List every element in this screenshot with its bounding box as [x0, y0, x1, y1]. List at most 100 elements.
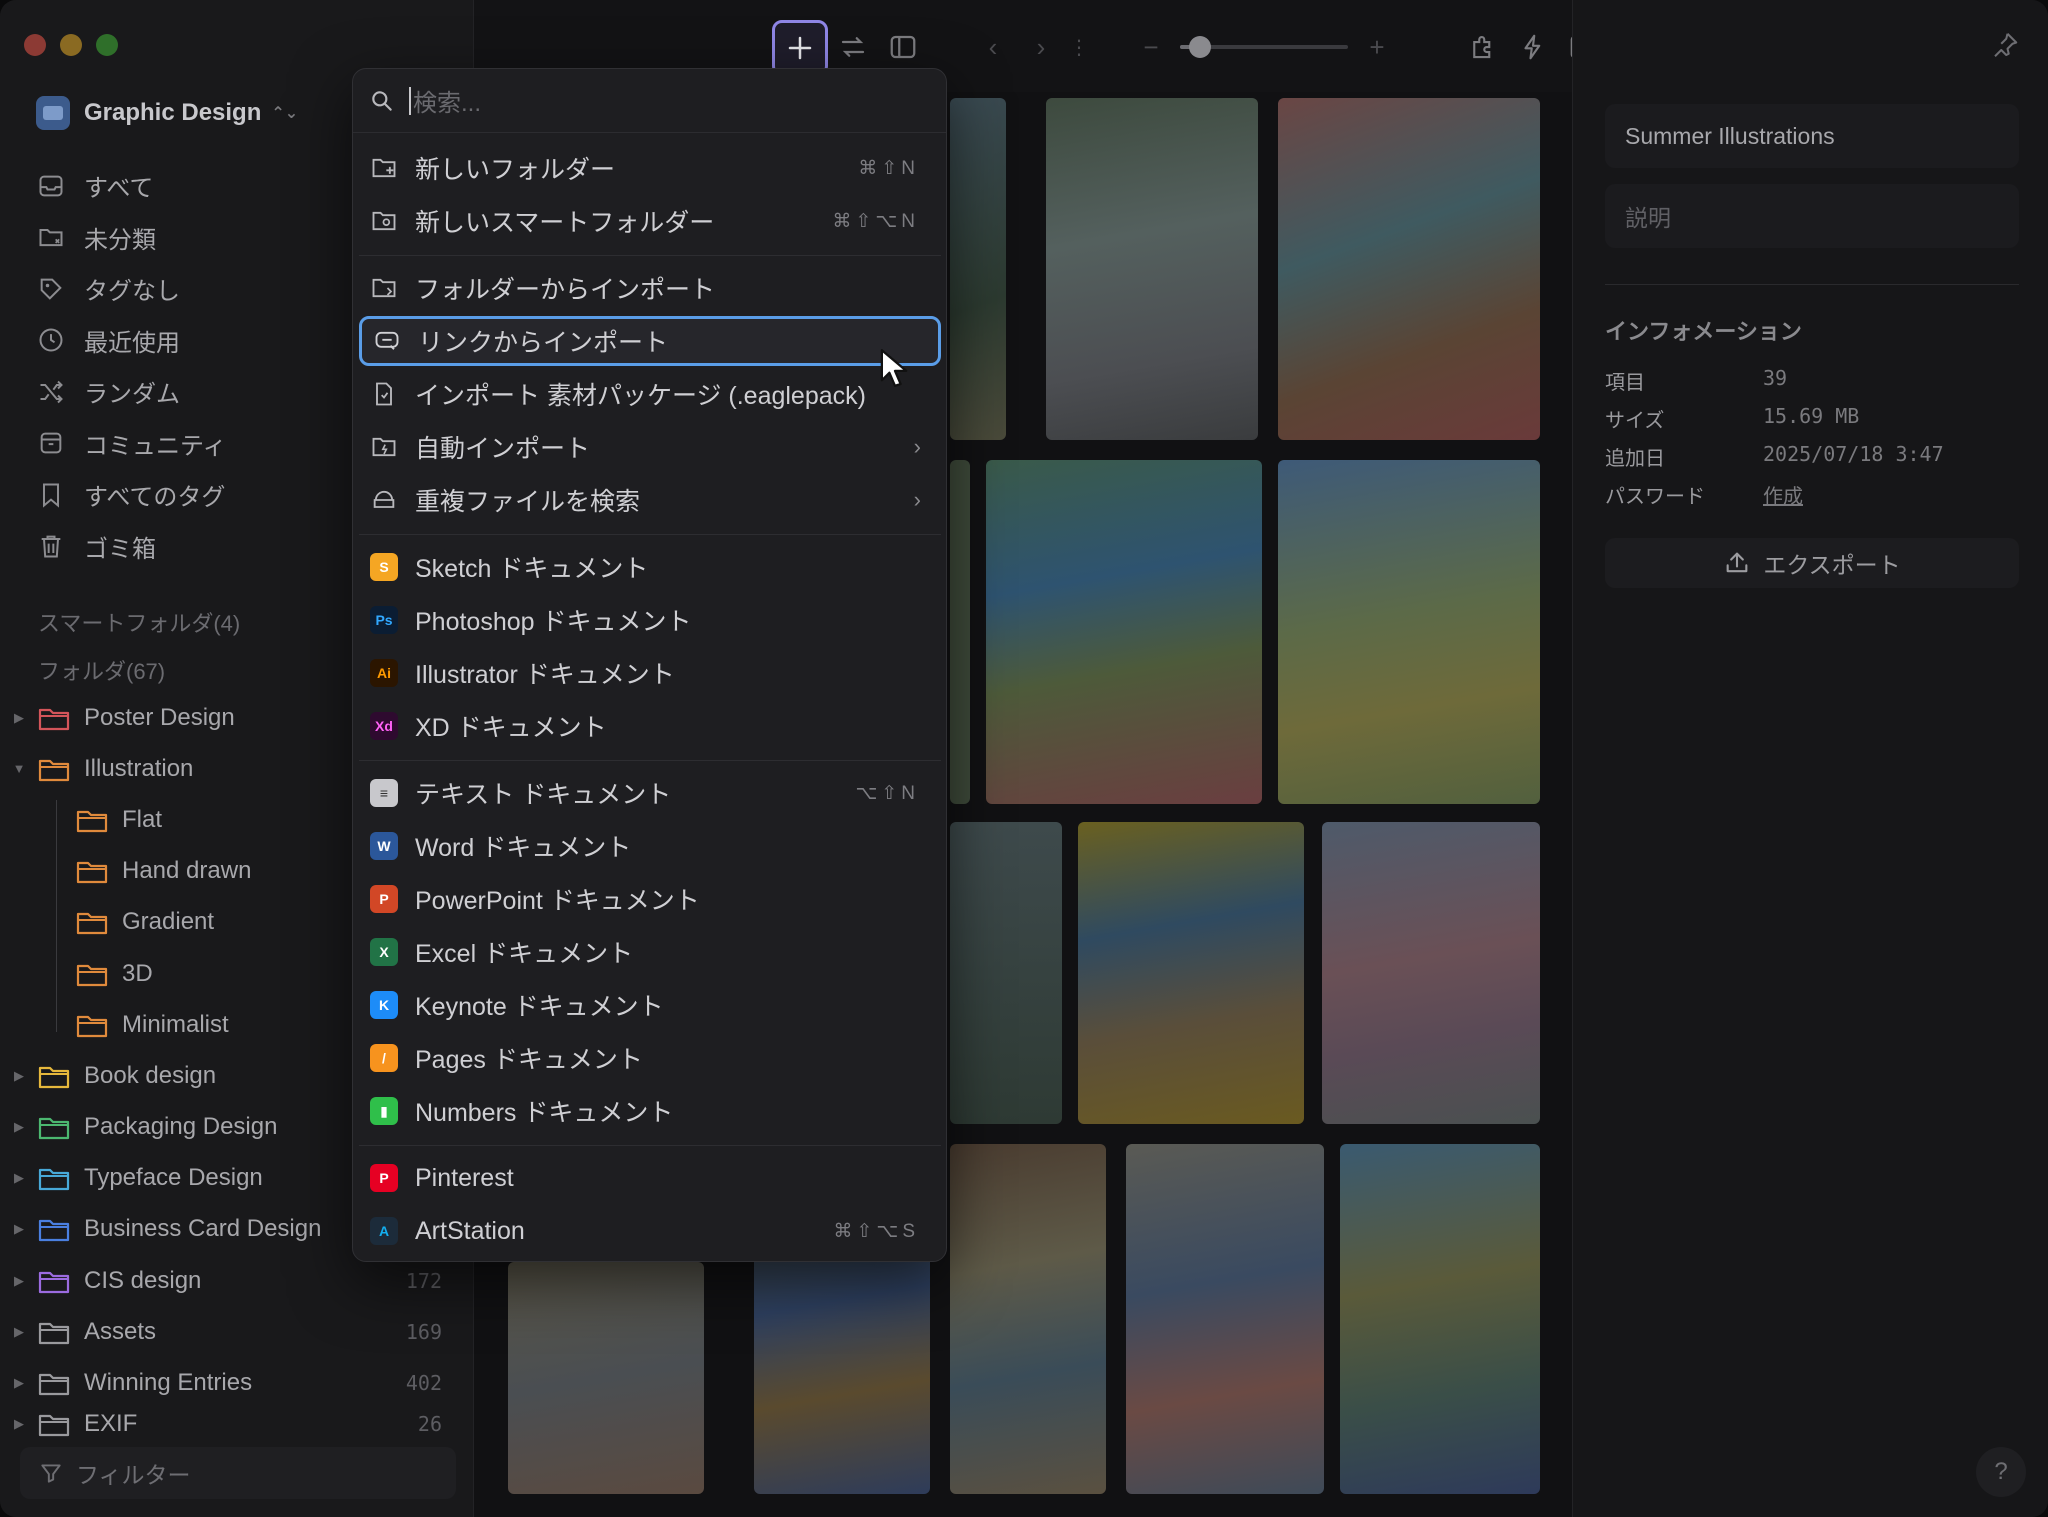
zoom-window-button[interactable] [96, 34, 118, 56]
thumbnail[interactable] [986, 460, 1262, 804]
smart-folders-heading[interactable]: スマートフォルダ(4) [38, 606, 240, 638]
menu-item[interactable]: A ArtStation ⌘⇧⌥S [359, 1206, 941, 1256]
description-field[interactable]: 説明 [1605, 184, 2019, 248]
minimize-window-button[interactable] [60, 34, 82, 56]
chevron-right-icon[interactable]: ▶ [0, 710, 38, 726]
zoom-out-button[interactable]: − [1134, 30, 1168, 64]
menu-item[interactable]: P PowerPoint ドキュメント [359, 874, 941, 924]
menu-item-label: 新しいスマートフォルダー [415, 209, 715, 237]
zoom-slider[interactable] [1180, 36, 1348, 58]
folder-icon [38, 1412, 70, 1436]
folder-title-field[interactable]: Summer Illustrations [1605, 104, 2019, 168]
thumbnail[interactable] [1278, 460, 1540, 804]
folder-icon [76, 910, 108, 935]
more-vertical-icon: ⋮ [1069, 36, 1089, 59]
chevron-down-icon[interactable]: ▼ [0, 761, 38, 776]
chevron-right-icon[interactable]: ▶ [0, 1068, 38, 1084]
menu-item[interactable]: X Excel ドキュメント [359, 927, 941, 977]
folder-item[interactable]: ▶ CIS design 172 [0, 1255, 474, 1306]
menu-item[interactable]: S Sketch ドキュメント [359, 542, 941, 592]
folder-item[interactable]: ▶ Assets 169 [0, 1306, 474, 1357]
swap-button[interactable] [836, 30, 870, 64]
info-row: 項目 39 [1605, 366, 1787, 395]
chevron-right-icon[interactable]: ▶ [0, 1324, 38, 1340]
folder-label: Winning Entries [84, 1369, 253, 1397]
forward-button[interactable]: › [1024, 30, 1058, 64]
menu-item[interactable]: K Keynote ドキュメント [359, 980, 941, 1030]
folder-label: Business Card Design [84, 1215, 322, 1243]
folder-label: Gradient [122, 908, 215, 936]
extensions-button[interactable] [1466, 30, 1500, 64]
more-button[interactable]: ⋮ [1062, 30, 1096, 64]
chevron-right-icon[interactable]: ▶ [0, 1273, 38, 1289]
filter-placeholder: フィルター [76, 1462, 191, 1488]
library-icon [36, 96, 70, 130]
help-button[interactable]: ? [1976, 1447, 2026, 1497]
thumbnail[interactable] [950, 98, 1006, 440]
menu-item[interactable]: / Pages ドキュメント [359, 1033, 941, 1083]
zoom-in-button[interactable]: + [1360, 30, 1394, 64]
menu-item[interactable]: ≡ テキスト ドキュメント ⌥⇧N [359, 768, 941, 818]
thumbnail[interactable] [1126, 1144, 1324, 1494]
menu-item-label: Pinterest [415, 1163, 514, 1192]
thumbnail[interactable] [1046, 98, 1258, 440]
thumbnail[interactable] [1078, 822, 1304, 1124]
chevron-right-icon: › [913, 434, 921, 459]
sidebar-nav-label: コミュニティ [84, 432, 227, 460]
create-password-link[interactable]: 作成 [1763, 480, 1803, 509]
folder-icon [38, 757, 70, 781]
menu-item[interactable]: 重複ファイルを検索 › [359, 475, 941, 525]
menu-item[interactable]: Xd XD ドキュメント [359, 701, 941, 751]
folders-heading[interactable]: フォルダ(67) [38, 654, 165, 686]
folder-count: 169 [405, 1319, 442, 1344]
menu-item[interactable]: P Pinterest [359, 1153, 941, 1203]
thumbnail[interactable] [508, 1262, 704, 1494]
menu-item-label: Keynote ドキュメント [415, 993, 664, 1021]
menu-item[interactable]: W Word ドキュメント [359, 821, 941, 871]
folder-item[interactable]: ▶ Winning Entries 402 [0, 1357, 474, 1408]
menu-item[interactable]: ▮ Numbers ドキュメント [359, 1086, 941, 1136]
trash-icon [36, 531, 66, 561]
thumbnail[interactable] [950, 1144, 1106, 1494]
menu-item[interactable]: 自動インポート › [359, 422, 941, 472]
thumbnail[interactable] [950, 822, 1062, 1124]
chevron-right-icon[interactable]: ▶ [0, 1375, 38, 1391]
menu-item[interactable]: フォルダーからインポート [359, 263, 941, 313]
thumbnail[interactable] [950, 460, 970, 804]
sidebar-nav-label: すべて [84, 175, 154, 203]
search-icon [372, 90, 392, 111]
thumbnail[interactable] [1278, 98, 1540, 440]
chevron-right-icon[interactable]: ▶ [0, 1119, 38, 1135]
pin-icon[interactable] [1990, 30, 2020, 60]
export-button[interactable]: エクスポート [1605, 538, 2019, 588]
menu-item[interactable]: インポート 素材パッケージ (.eaglepack) [359, 369, 941, 419]
info-row: 追加日 2025/07/18 3:47 [1605, 442, 1944, 471]
chevron-right-icon[interactable]: ▶ [0, 1416, 38, 1432]
toggle-sidebar-button[interactable] [886, 30, 920, 64]
chevron-right-icon[interactable]: ▶ [0, 1170, 38, 1186]
menu-item[interactable]: Ai Illustrator ドキュメント [359, 648, 941, 698]
thumbnail[interactable] [1340, 1144, 1540, 1494]
export-label: エクスポート [1763, 552, 1901, 578]
minus-icon: − [1143, 31, 1159, 62]
photoshop-icon: Ps [369, 605, 399, 635]
close-window-button[interactable] [24, 34, 46, 56]
menu-item[interactable]: 新しいフォルダー ⌘⇧N [359, 143, 941, 193]
back-button[interactable]: ‹ [976, 30, 1010, 64]
menu-item[interactable]: Ps Photoshop ドキュメント [359, 595, 941, 645]
chevron-right-icon[interactable]: ▶ [0, 1221, 38, 1237]
thumbnail[interactable] [1322, 822, 1540, 1124]
menu-search[interactable]: 検索... [353, 69, 946, 133]
folder-item[interactable]: ▶ EXIF 26 [0, 1409, 474, 1439]
menu-item[interactable]: 新しいスマートフォルダー ⌘⇧⌥N [359, 196, 941, 246]
library-switcher[interactable]: Graphic Design ⌃⌄ [36, 96, 298, 130]
folder-filter[interactable]: フィルター [20, 1447, 456, 1499]
folder-icon [38, 706, 70, 730]
folder-icon [76, 962, 108, 986]
menu-item[interactable]: リンクからインポート [359, 316, 941, 366]
pages-icon: / [369, 1043, 399, 1073]
folder-icon [38, 1166, 70, 1191]
sidebar-nav-label: タグなし [84, 278, 180, 306]
actions-button[interactable] [1516, 30, 1550, 64]
zoom-slider-knob[interactable] [1189, 36, 1212, 58]
